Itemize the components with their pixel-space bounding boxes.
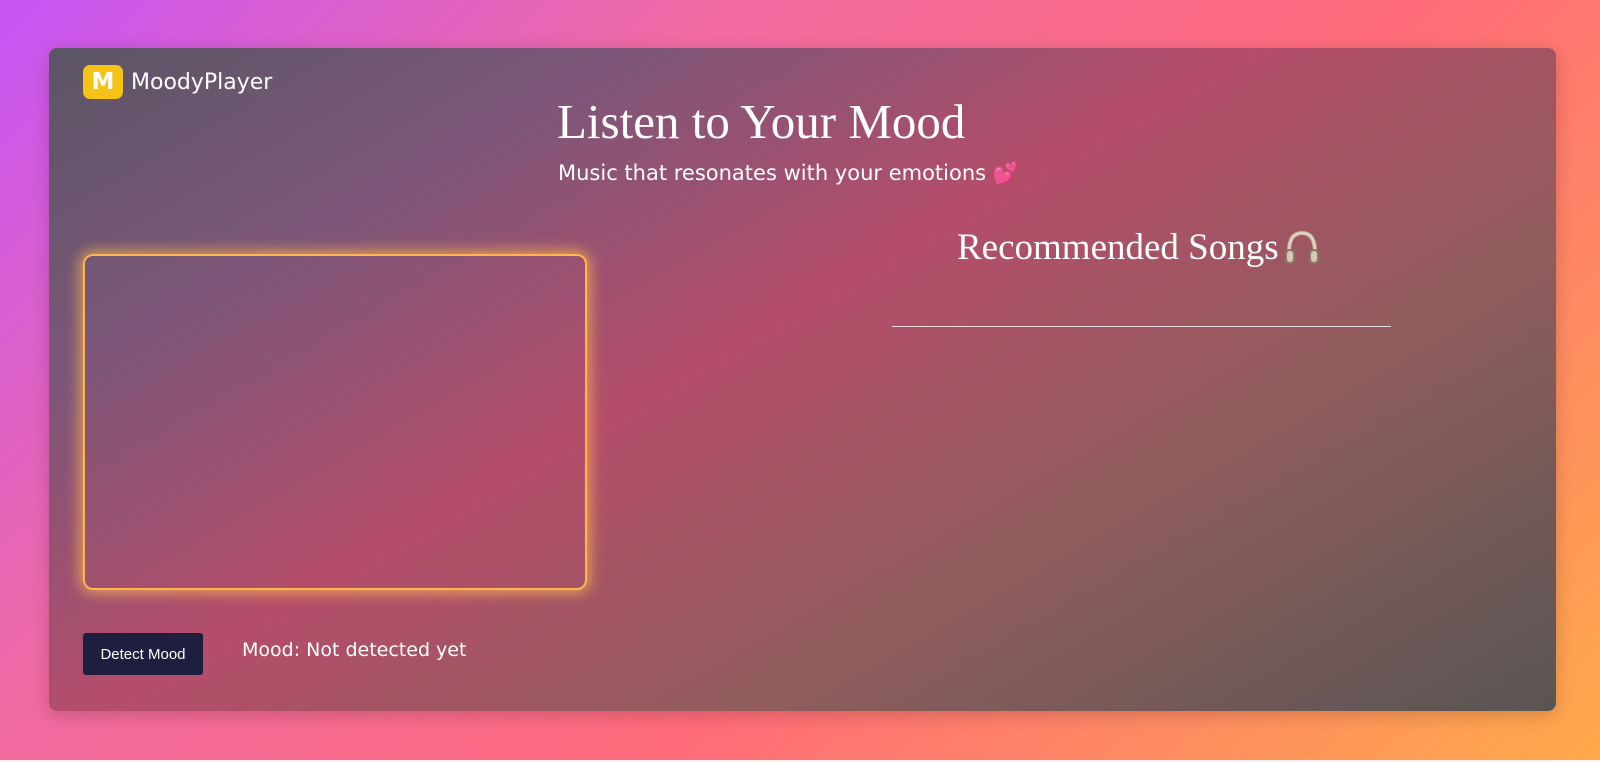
page-subtitle: Music that resonates with your emotions … <box>558 161 1019 185</box>
detect-mood-button[interactable]: Detect Mood <box>83 633 203 675</box>
headphone-icon <box>1283 228 1321 268</box>
mood-status-text: Mood: Not detected yet <box>242 639 467 661</box>
page-title: Listen to Your Mood <box>557 94 966 149</box>
recommended-songs-title: Recommended Songs <box>957 227 1279 268</box>
recommended-songs-heading: Recommended Songs <box>957 226 1321 269</box>
brand[interactable]: M MoodyPlayer <box>83 65 272 99</box>
camera-preview <box>83 254 587 590</box>
recommended-songs-divider <box>892 326 1391 327</box>
brand-name: MoodyPlayer <box>131 69 273 95</box>
brand-logo-icon: M <box>83 65 123 99</box>
main-card: M MoodyPlayer Listen to Your Mood Music … <box>49 48 1556 711</box>
song-list <box>892 338 1391 638</box>
